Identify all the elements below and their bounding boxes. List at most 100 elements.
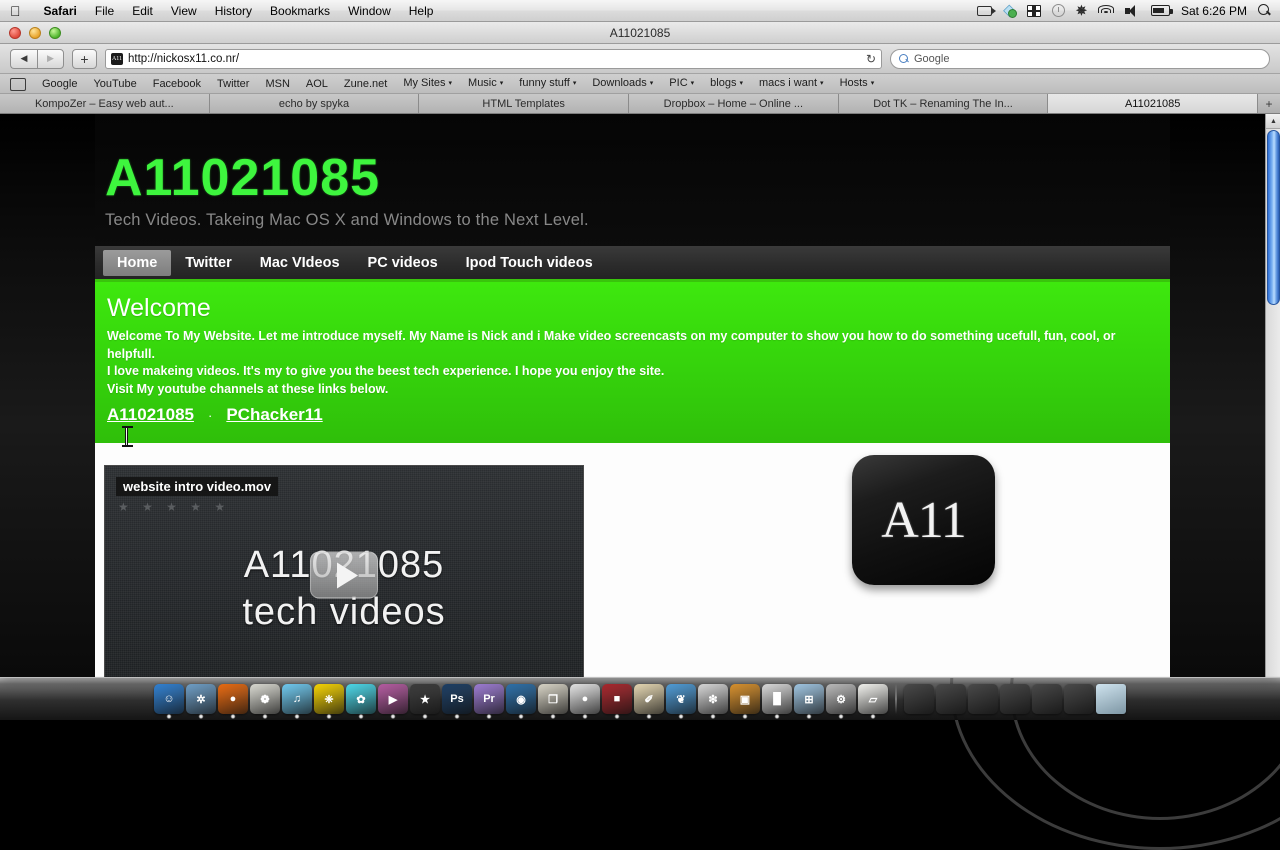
ethernet-icon[interactable] xyxy=(1027,5,1041,17)
bookmark-downloads[interactable]: Downloads▾ xyxy=(584,73,661,93)
time-machine-icon[interactable] xyxy=(1052,4,1065,17)
bookmark-macs-i-want[interactable]: macs i want▾ xyxy=(751,73,832,93)
link-a11021085[interactable]: A11021085 xyxy=(107,405,194,425)
play-button-icon[interactable] xyxy=(310,552,378,599)
nav-item-ipod-touch-videos[interactable]: Ipod Touch videos xyxy=(452,250,607,276)
dock-icon-istar[interactable]: ★ xyxy=(410,684,440,714)
dock-minimized-window[interactable] xyxy=(1032,684,1062,714)
search-field[interactable]: Google xyxy=(890,49,1270,69)
nav-item-mac-videos[interactable]: Mac VIdeos xyxy=(246,250,354,276)
dock-icon-book[interactable]: ■ xyxy=(602,684,632,714)
dock-icon-iphoto[interactable]: ❁ xyxy=(250,684,280,714)
window-titlebar[interactable]: A11021085 xyxy=(0,22,1280,44)
dock-icon-chrome[interactable]: ● xyxy=(570,684,600,714)
forward-button[interactable]: ▶ xyxy=(37,49,64,69)
dock-icon-cyberduck[interactable]: ❦ xyxy=(666,684,696,714)
browser-tab[interactable]: HTML Templates xyxy=(419,94,629,113)
dock-minimized-window[interactable] xyxy=(1000,684,1030,714)
scroll-up-arrow-icon[interactable]: ▲ xyxy=(1266,114,1280,129)
menu-item-help[interactable]: Help xyxy=(400,0,443,22)
dock-icon-premiere[interactable]: Pr xyxy=(474,684,504,714)
browser-tab[interactable]: KompoZer – Easy web aut... xyxy=(0,94,210,113)
browser-tab[interactable]: echo by spyka xyxy=(210,94,420,113)
menu-item-view[interactable]: View xyxy=(162,0,206,22)
dock-icon-photoshop[interactable]: Ps xyxy=(442,684,472,714)
bookmark-hosts[interactable]: Hosts▾ xyxy=(832,73,883,93)
battery-icon[interactable] xyxy=(1151,5,1170,16)
bookmark-pic[interactable]: PIC▾ xyxy=(661,73,702,93)
menu-item-edit[interactable]: Edit xyxy=(123,0,162,22)
chevron-down-icon: ▾ xyxy=(871,80,875,87)
bookmark-music[interactable]: Music▾ xyxy=(460,73,511,93)
dock-minimized-window[interactable] xyxy=(936,684,966,714)
dock-icon-safari[interactable]: ✲ xyxy=(186,684,216,714)
reload-icon[interactable]: ↻ xyxy=(866,52,876,66)
trash-icon[interactable] xyxy=(1096,684,1126,714)
bookmark-zune-net[interactable]: Zune.net xyxy=(336,74,395,94)
site-header: A11021085 Tech Videos. Takeing Mac OS X … xyxy=(95,114,1170,230)
bluetooth-icon[interactable]: ✵ xyxy=(1076,4,1087,17)
bookmark-funny-stuff[interactable]: funny stuff▾ xyxy=(511,73,584,93)
apple-logo-icon[interactable]:  xyxy=(10,4,21,18)
bookmark-my-sites[interactable]: My Sites▾ xyxy=(395,73,460,93)
dock: ☺✲●❁♫❈✿▶★PsPr◉❐●■✐❦❇▣█⊞⚙▱ xyxy=(0,676,1280,720)
dock-icon-adium[interactable]: ✿ xyxy=(346,684,376,714)
vertical-scrollbar[interactable]: ▲ xyxy=(1265,114,1280,677)
dock-minimized-window[interactable] xyxy=(968,684,998,714)
dock-icon-itunes[interactable]: ♫ xyxy=(282,684,312,714)
new-tab-button[interactable]: + xyxy=(1258,94,1280,113)
video-camera-icon[interactable] xyxy=(977,6,992,16)
dock-icon-twitter[interactable]: ❈ xyxy=(314,684,344,714)
show-all-bookmarks-icon[interactable] xyxy=(10,78,26,89)
dock-icon-documents[interactable]: ▱ xyxy=(858,684,888,714)
menu-item-window[interactable]: Window xyxy=(339,0,400,22)
browser-tab[interactable]: Dot TK – Renaming The In... xyxy=(839,94,1049,113)
volume-icon[interactable] xyxy=(1125,5,1140,17)
spotlight-search-icon[interactable] xyxy=(1258,4,1271,17)
bookmark-aol[interactable]: AOL xyxy=(298,74,336,94)
dock-minimized-window[interactable] xyxy=(1064,684,1094,714)
bookmark-youtube[interactable]: YouTube xyxy=(85,74,144,94)
nav-item-twitter[interactable]: Twitter xyxy=(171,250,245,276)
scrollbar-thumb[interactable] xyxy=(1267,130,1280,305)
bookmark-google[interactable]: Google xyxy=(34,74,85,94)
dock-icon-finder[interactable]: ☺ xyxy=(154,684,184,714)
welcome-line-2: I love makeing videos. It's my to give y… xyxy=(107,363,1158,381)
dock-icon-pages[interactable]: ✐ xyxy=(634,684,664,714)
dock-minimized-window[interactable] xyxy=(904,684,934,714)
menu-item-bookmarks[interactable]: Bookmarks xyxy=(261,0,339,22)
bookmark-msn[interactable]: MSN xyxy=(257,74,297,94)
dock-icon-compass[interactable]: ❇ xyxy=(698,684,728,714)
add-bookmark-button[interactable]: + xyxy=(72,49,97,69)
bookmark-twitter[interactable]: Twitter xyxy=(209,74,257,94)
text-cursor xyxy=(125,426,128,447)
dock-icon-firefox[interactable]: ● xyxy=(218,684,248,714)
browser-tab[interactable]: Dropbox – Home – Online ... xyxy=(629,94,839,113)
dock-icon-imovie[interactable]: ▶ xyxy=(378,684,408,714)
video-rating-stars[interactable]: ★ ★ ★ ★ ★ xyxy=(118,500,230,514)
back-button[interactable]: ◀ xyxy=(10,49,37,69)
dock-icon-keynote[interactable]: ▣ xyxy=(730,684,760,714)
dock-icon-encore[interactable]: ◉ xyxy=(506,684,536,714)
link-pchacker11[interactable]: PChacker11 xyxy=(226,405,322,425)
video-thumbnail[interactable]: website intro video.mov ★ ★ ★ ★ ★ A11021… xyxy=(104,465,584,677)
wifi-icon[interactable] xyxy=(1098,5,1114,17)
menu-item-history[interactable]: History xyxy=(206,0,261,22)
dock-icon-numbers[interactable]: █ xyxy=(762,684,792,714)
dock-icon-system-preferences[interactable]: ⚙ xyxy=(826,684,856,714)
menu-bar-clock[interactable]: Sat 6:26 PM xyxy=(1181,4,1247,18)
site-favicon-icon: A11 xyxy=(111,53,123,65)
dock-items: ☺✲●❁♫❈✿▶★PsPr◉❐●■✐❦❇▣█⊞⚙▱ xyxy=(154,684,1126,720)
menu-item-file[interactable]: File xyxy=(86,0,123,22)
address-bar[interactable]: A11 http://nickosx11.co.nr/ ↻ xyxy=(105,49,882,69)
bookmark-blogs[interactable]: blogs▾ xyxy=(702,73,751,93)
nav-item-pc-videos[interactable]: PC videos xyxy=(354,250,452,276)
dock-icon-spaces[interactable]: ⊞ xyxy=(794,684,824,714)
bookmark-facebook[interactable]: Facebook xyxy=(145,74,209,94)
nav-item-home[interactable]: Home xyxy=(103,250,171,276)
dropbox-icon[interactable] xyxy=(1003,5,1016,17)
menu-item-safari[interactable]: Safari xyxy=(35,0,86,22)
chevron-down-icon: ▾ xyxy=(500,80,504,87)
browser-tab[interactable]: A11021085 xyxy=(1048,94,1258,113)
dock-icon-preview[interactable]: ❐ xyxy=(538,684,568,714)
